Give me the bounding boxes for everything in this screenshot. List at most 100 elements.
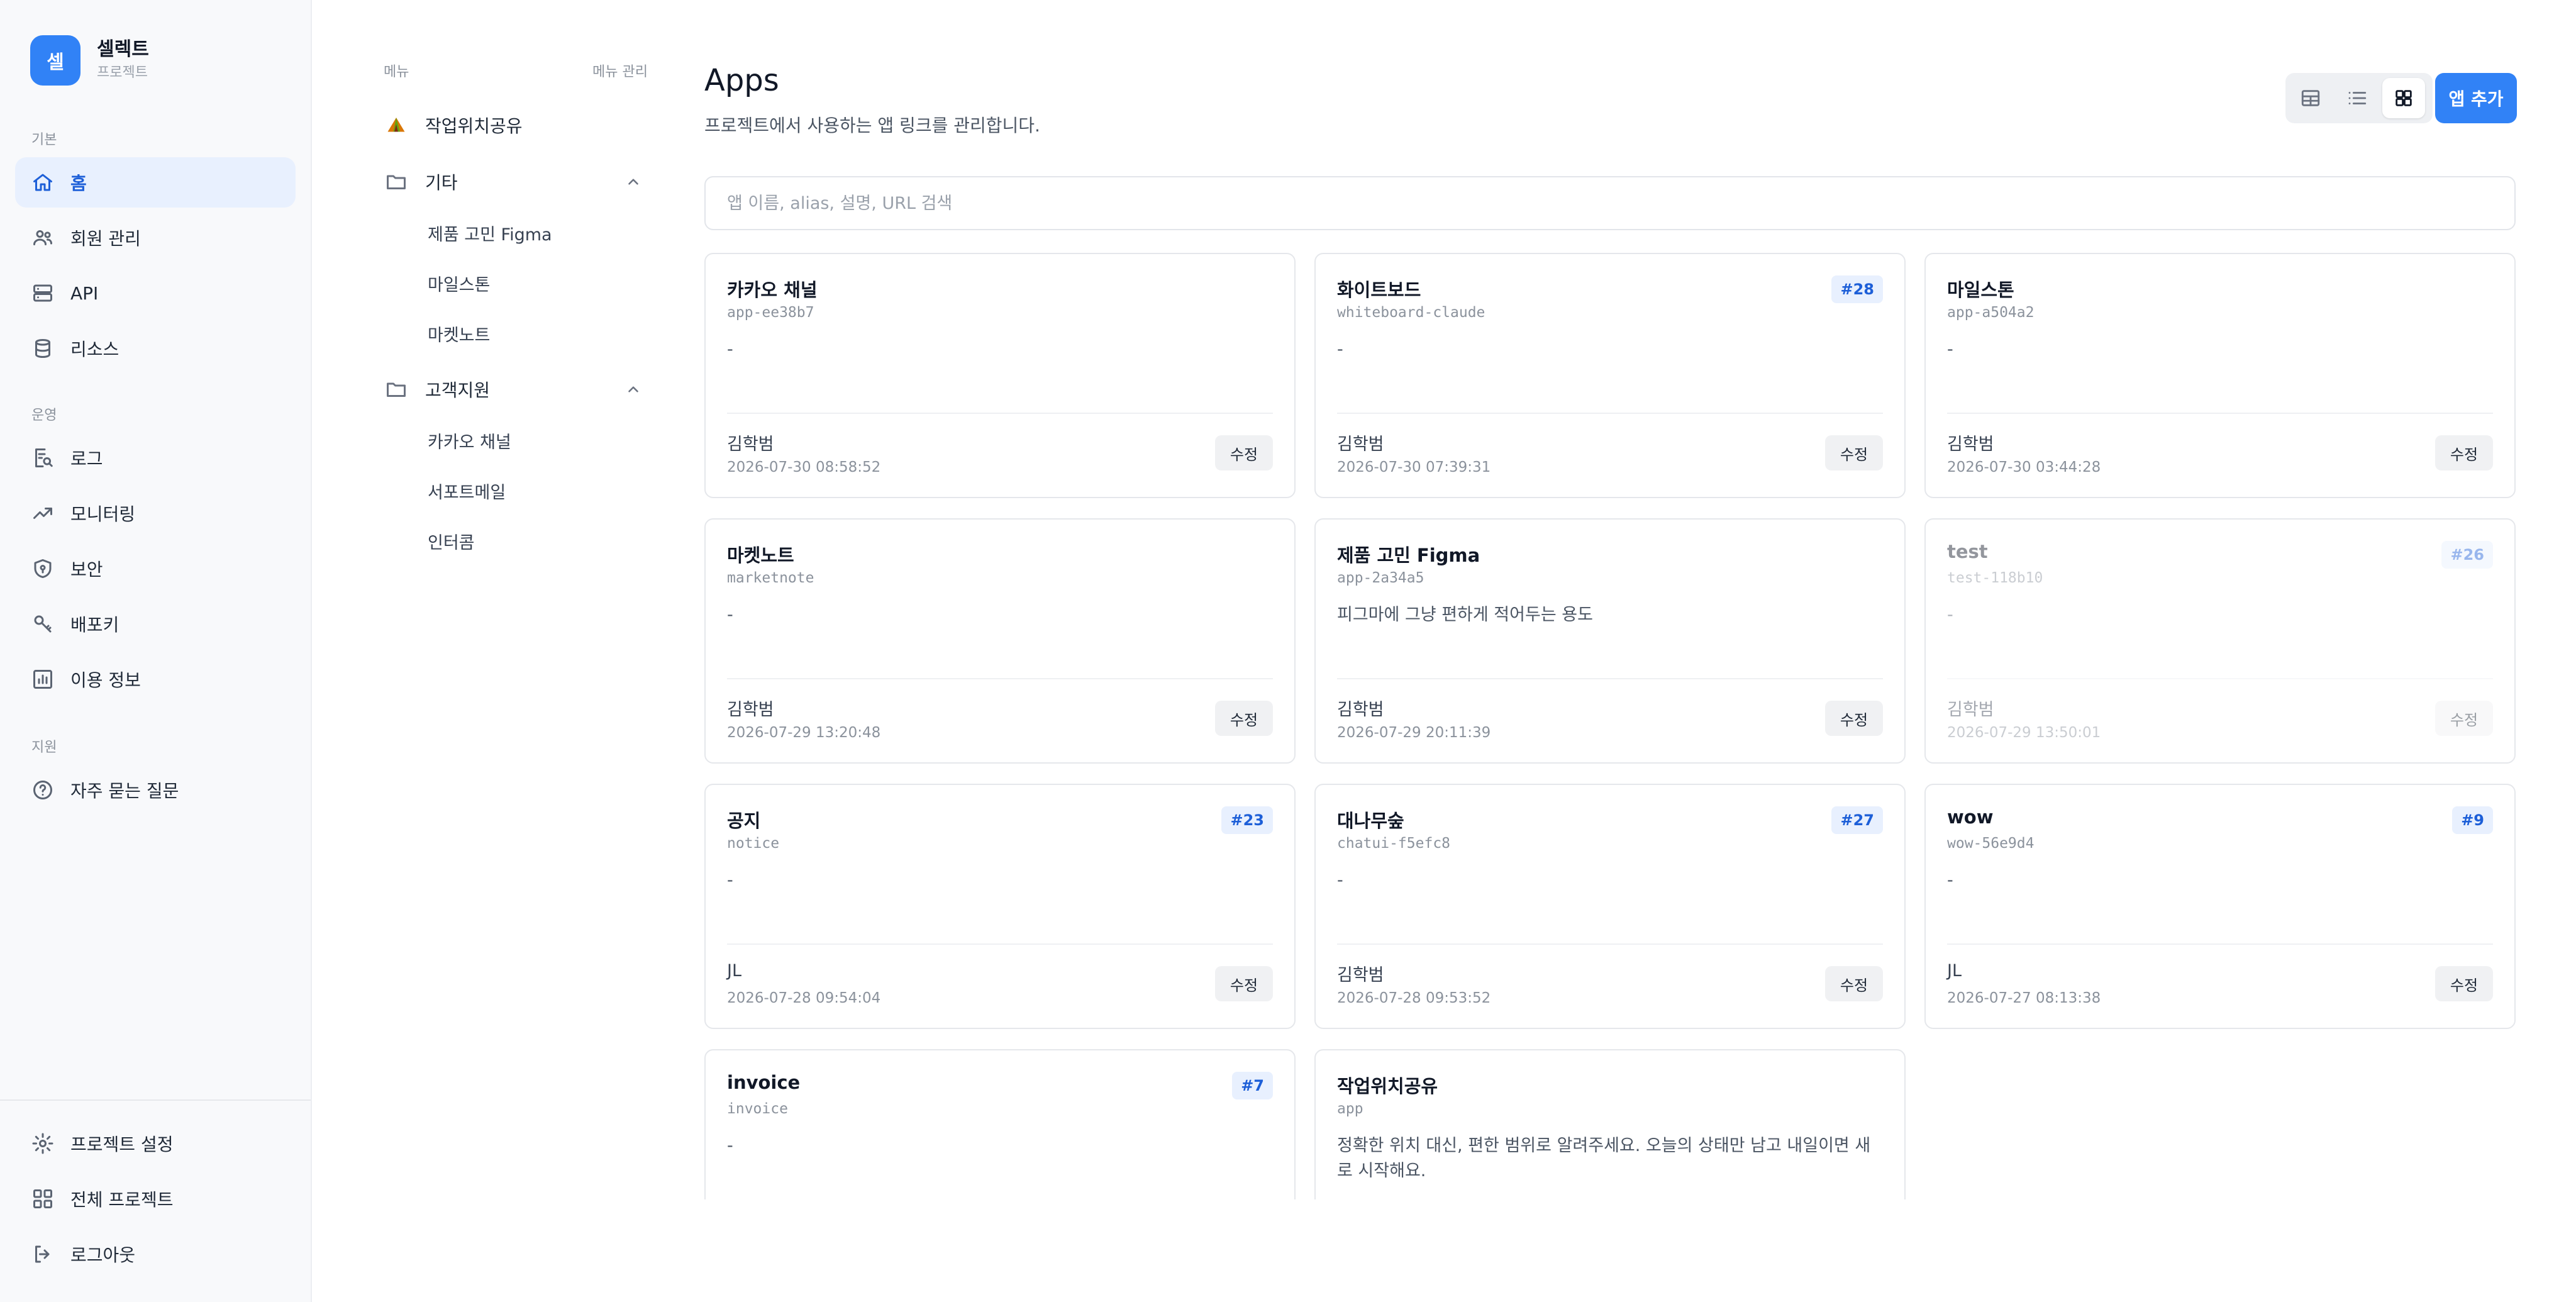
menu-subitem[interactable]: 마일스톤 <box>428 264 490 302</box>
project-logo: 셀 <box>30 35 80 86</box>
sidebar-item-logs[interactable]: 로그 <box>15 433 296 483</box>
edit-button[interactable]: 수정 <box>1825 966 1883 1001</box>
folder-icon <box>384 169 409 194</box>
sidebar-item-label: 이용 정보 <box>70 670 141 691</box>
sidebar-item-home[interactable]: 홈 <box>15 157 296 208</box>
users-icon <box>31 226 54 249</box>
app-number-badge: #27 <box>1831 806 1883 834</box>
sidebar: 셀 셀렉트 프로젝트 기본 홈 회원 관리 API 리소스 운영 로그 모니터링… <box>0 0 312 1302</box>
card-divider <box>1947 943 2493 945</box>
app-alias: notice <box>727 835 780 852</box>
chevron-up-icon[interactable] <box>625 174 641 190</box>
logout-icon <box>31 1243 54 1266</box>
sidebar-item-api[interactable]: API <box>15 268 296 318</box>
app-card[interactable]: 작업위치공유 app 정확한 위치 대신, 편한 범위로 알려주세요. 오늘의 상태… <box>1314 1049 1906 1199</box>
menu-folder-etc[interactable]: 기타 <box>384 160 648 204</box>
sidebar-item-project-settings[interactable]: 프로젝트 설정 <box>15 1118 296 1169</box>
sidebar-item-deploy-keys[interactable]: 배포키 <box>15 599 296 649</box>
sidebar-item-label: 리소스 <box>70 339 119 360</box>
sidebar-item-label: 모니터링 <box>70 504 136 525</box>
tent-icon <box>384 113 409 138</box>
edit-button[interactable]: 수정 <box>2435 966 2493 1001</box>
menu-subitem[interactable]: 서포트메일 <box>428 472 506 509</box>
app-author: 김학범 <box>727 700 774 720</box>
app-card[interactable]: 카카오 채널 app-ee38b7 - 김학범 2026-07-30 08:58:52 수… <box>704 253 1296 498</box>
app-description: - <box>1947 340 1953 359</box>
sidebar-item-security[interactable]: 보안 <box>15 543 296 594</box>
app-updated-at: 2026-07-27 08:13:38 <box>1947 990 2101 1006</box>
edit-button[interactable]: 수정 <box>2435 701 2493 736</box>
app-card[interactable]: 공지 notice - #23 JL 2026-07-28 09:54:04 수정 <box>704 784 1296 1029</box>
sidebar-item-members[interactable]: 회원 관리 <box>15 213 296 263</box>
app-card-grid: 카카오 채널 app-ee38b7 - 김학범 2026-07-30 08:58:52 수… <box>704 253 2516 1199</box>
edit-button[interactable]: 수정 <box>1825 701 1883 736</box>
app-updated-at: 2026-07-30 07:39:31 <box>1337 459 1491 476</box>
menu-subitem[interactable]: 제품 고민 Figma <box>428 214 552 252</box>
folder-icon <box>384 377 409 402</box>
sidebar-item-monitoring[interactable]: 모니터링 <box>15 488 296 538</box>
table-view-icon[interactable] <box>2289 78 2332 118</box>
app-card[interactable]: 제품 고민 Figma app-2a34a5 피그마에 그냥 편하게 적어두는 용도… <box>1314 518 1906 764</box>
app-alias: app-a504a2 <box>1947 304 2035 321</box>
app-description: - <box>727 1136 733 1155</box>
menu-header-label: 메뉴 <box>384 64 409 80</box>
app-card[interactable]: wow wow-56e9d4 - #9 JL 2026-07-27 08:13:38 수정 <box>1924 784 2516 1029</box>
app-updated-at: 2026-07-30 03:44:28 <box>1947 459 2101 476</box>
app-number-badge: #23 <box>1221 806 1273 834</box>
card-divider <box>727 943 1273 945</box>
project-type-label: 프로젝트 <box>97 65 148 81</box>
home-icon <box>31 171 54 194</box>
menu-manage-link[interactable]: 메뉴 관리 <box>592 60 648 81</box>
edit-button[interactable]: 수정 <box>2435 435 2493 470</box>
sidebar-item-label: 홈 <box>70 173 87 194</box>
app-author: 김학범 <box>1947 700 1994 720</box>
app-name: invoice <box>727 1072 801 1093</box>
app-number-badge: #28 <box>1831 275 1883 303</box>
add-app-button[interactable]: 앱 추가 <box>2435 73 2517 123</box>
app-alias: invoice <box>727 1101 788 1117</box>
app-card[interactable]: test test-118b10 - #26 김학범 2026-07-29 13:50:0… <box>1924 518 2516 764</box>
app-author: JL <box>727 961 742 981</box>
app-name: test <box>1947 541 1988 562</box>
app-alias: whiteboard-claude <box>1337 304 1485 321</box>
server-icon <box>31 282 54 304</box>
sidebar-item-faq[interactable]: 자주 묻는 질문 <box>15 765 296 815</box>
card-view-icon[interactable] <box>2382 78 2425 118</box>
app-card[interactable]: 대나무숲 chatui-f5efc8 - #27 김학범 2026-07-28 09:53… <box>1314 784 1906 1029</box>
app-alias: app-ee38b7 <box>727 304 814 321</box>
chevron-up-icon[interactable] <box>625 381 641 398</box>
sidebar-footer: 프로젝트 설정 전체 프로젝트 로그아웃 <box>0 1099 311 1302</box>
project-switcher[interactable]: 셀 셀렉트 프로젝트 <box>30 35 149 86</box>
app-alias: wow-56e9d4 <box>1947 835 2035 852</box>
menu-subitem[interactable]: 카카오 채널 <box>428 421 511 459</box>
edit-button[interactable]: 수정 <box>1215 966 1273 1001</box>
app-card[interactable]: invoice invoice - #7 <box>704 1049 1296 1199</box>
view-mode-toggle <box>2285 73 2433 123</box>
edit-button[interactable]: 수정 <box>1825 435 1883 470</box>
menu-item-work-location[interactable]: 작업위치공유 <box>384 103 648 147</box>
log-search-icon <box>31 447 54 469</box>
card-divider <box>727 413 1273 414</box>
sidebar-item-label: 자주 묻는 질문 <box>70 781 179 801</box>
sidebar-item-usage[interactable]: 이용 정보 <box>15 654 296 704</box>
app-updated-at: 2026-07-28 09:53:52 <box>1337 990 1491 1006</box>
gear-icon <box>31 1132 54 1155</box>
app-name: 대나무숲 <box>1337 810 1404 832</box>
app-name: wow <box>1947 806 1994 828</box>
search-input[interactable] <box>704 176 2516 230</box>
list-view-icon[interactable] <box>2336 78 2379 118</box>
sidebar-item-all-projects[interactable]: 전체 프로젝트 <box>15 1174 296 1224</box>
menu-subitem[interactable]: 마켓노트 <box>428 314 490 352</box>
key-icon <box>31 613 54 635</box>
card-divider <box>1337 678 1883 679</box>
app-card[interactable]: 마켓노트 marketnote - 김학범 2026-07-29 13:20:48 수정 <box>704 518 1296 764</box>
menu-folder-support[interactable]: 고객지원 <box>384 367 648 411</box>
app-card[interactable]: 마일스톤 app-a504a2 - 김학범 2026-07-30 03:44:28 수정 <box>1924 253 2516 498</box>
menu-subitem[interactable]: 인터콤 <box>428 522 475 560</box>
edit-button[interactable]: 수정 <box>1215 435 1273 470</box>
app-description: 정확한 위치 대신, 편한 범위로 알려주세요. 오늘의 상태만 남고 내일이면… <box>1337 1136 1871 1181</box>
app-card[interactable]: 화이트보드 whiteboard-claude - #28 김학범 2026-07-30 … <box>1314 253 1906 498</box>
sidebar-item-logout[interactable]: 로그아웃 <box>15 1229 296 1279</box>
sidebar-item-resources[interactable]: 리소스 <box>15 323 296 374</box>
edit-button[interactable]: 수정 <box>1215 701 1273 736</box>
